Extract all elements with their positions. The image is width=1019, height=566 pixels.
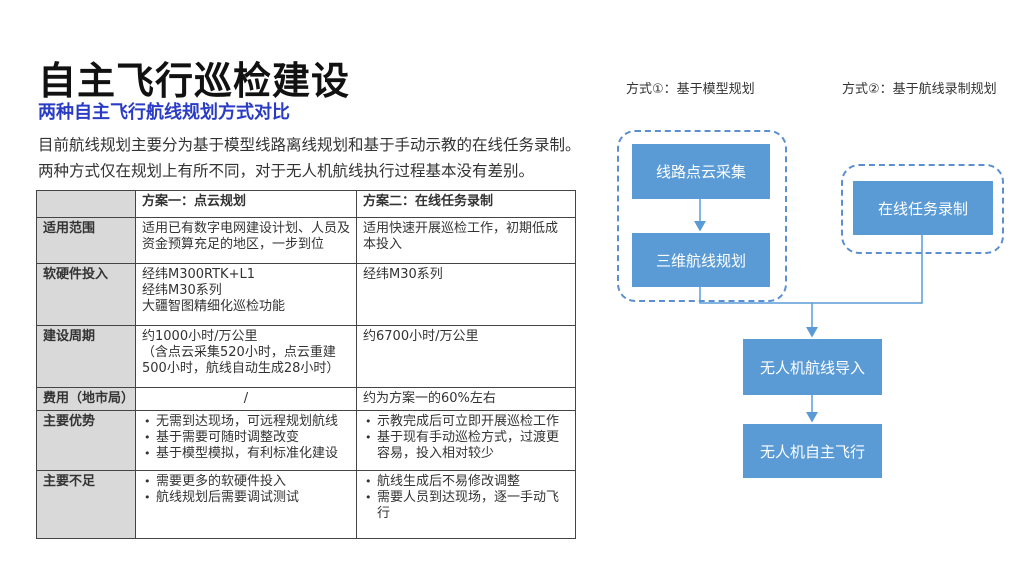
connector-3d-to-import <box>699 287 818 338</box>
box-autonomous-flight: 无人机自主飞行 <box>743 424 882 478</box>
box-route-import: 无人机航线导入 <box>743 339 882 395</box>
flow-connectors <box>694 199 923 423</box>
connector-online-to-import <box>812 235 923 304</box>
box-3d-route-planning: 三维航线规划 <box>632 233 770 287</box>
box-online-task-recording: 在线任务录制 <box>853 181 993 235</box>
box-pointcloud-collection: 线路点云采集 <box>632 144 770 199</box>
